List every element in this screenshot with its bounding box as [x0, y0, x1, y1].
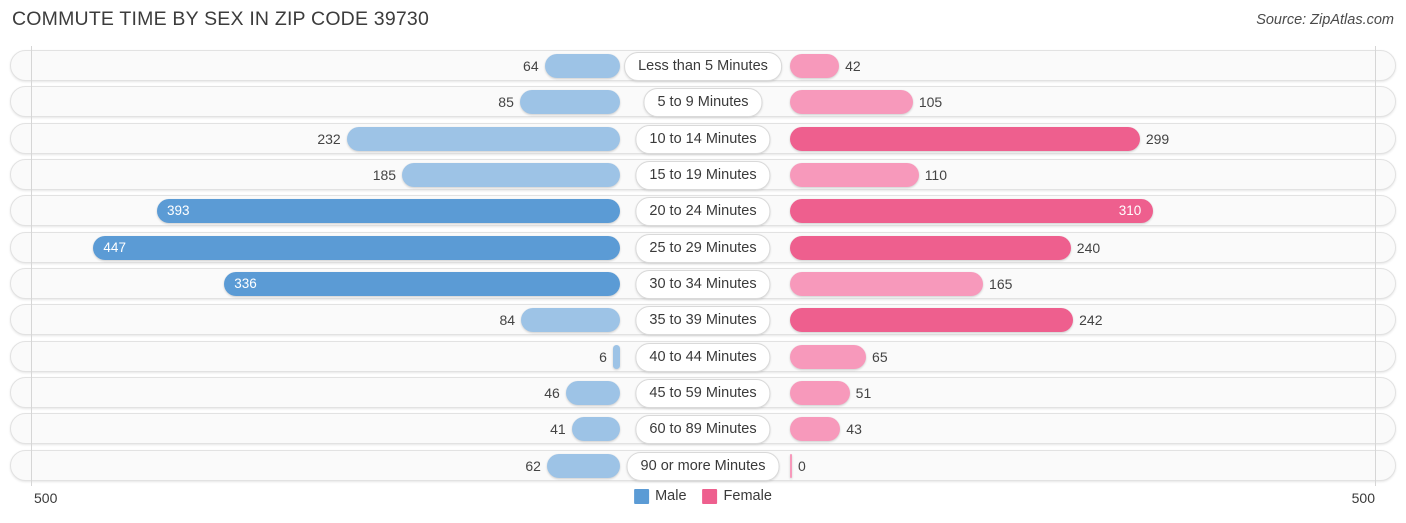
- bar-female: [790, 453, 792, 478]
- bar-male: [519, 90, 620, 115]
- chart-legend: Male Female: [634, 488, 772, 504]
- legend-swatch-icon: [702, 488, 718, 504]
- bar-female: [790, 235, 1071, 260]
- page-title: COMMUTE TIME BY SEX IN ZIP CODE 39730: [12, 8, 430, 30]
- category-label: Less than 5 Minutes: [624, 52, 782, 81]
- category-label: 45 to 59 Minutes: [635, 378, 771, 408]
- chart-row: 44724025 to 29 Minutes: [10, 231, 1396, 263]
- bar-male: [571, 417, 620, 442]
- bar-value-male: 41: [550, 421, 566, 438]
- bar-female: [790, 54, 840, 78]
- legend-swatch-icon: [634, 488, 650, 504]
- chart-row: 6 65 40 to 44 Minutes: [10, 340, 1396, 372]
- category-label: 40 to 44 Minutes: [635, 342, 771, 372]
- category-label: 5 to 9 Minutes: [643, 88, 763, 118]
- bar-value-male: 232: [317, 130, 341, 147]
- bar-female: [790, 126, 1140, 151]
- bar-female: [790, 380, 850, 405]
- bar-male: [224, 271, 620, 296]
- bar-value-female: 299: [1145, 130, 1170, 147]
- bar-value-male: 85: [498, 94, 514, 111]
- bar-value-female: 0: [798, 457, 806, 474]
- bar-male: [157, 199, 620, 224]
- legend-item-male[interactable]: Male: [634, 488, 687, 504]
- bar-value-female: 51: [855, 384, 872, 401]
- bar-value-female: 310: [1118, 203, 1142, 219]
- chart-plot-area: 64 42 Less than 5 Minutes 85 105 5 to 9 Minut…: [0, 46, 1406, 486]
- category-label: 35 to 39 Minutes: [635, 306, 771, 336]
- category-label: 30 to 34 Minutes: [635, 269, 771, 299]
- bar-female: [790, 308, 1074, 333]
- source-attribution: Source: ZipAtlas.com: [1256, 12, 1394, 28]
- bar-value-male: 64: [523, 58, 539, 74]
- bar-value-male: 46: [544, 384, 560, 401]
- category-label: 20 to 24 Minutes: [635, 197, 771, 227]
- bar-male: [402, 162, 620, 187]
- legend-label: Female: [723, 488, 772, 504]
- bar-female: [790, 162, 919, 187]
- chart-row: 62 0 90 or more Minutes: [10, 449, 1396, 481]
- bar-value-female: 110: [924, 166, 948, 183]
- bar-value-male: 6: [599, 348, 607, 365]
- bar-male: [93, 235, 620, 260]
- chart-row: 232 299 10 to 14 Minutes: [10, 122, 1396, 154]
- bar-male: [565, 380, 620, 405]
- bar-female: [790, 417, 841, 442]
- axis-tick-left: 500: [34, 490, 58, 506]
- bar-value-female: 240: [1076, 239, 1101, 256]
- legend-label: Male: [655, 488, 687, 504]
- chart-row: 85 105 5 to 9 Minutes: [10, 86, 1396, 118]
- category-label: 15 to 19 Minutes: [635, 160, 771, 190]
- chart-row: 185 110 15 to 19 Minutes: [10, 158, 1396, 190]
- bar-value-female: 165: [989, 275, 1013, 292]
- chart-header: COMMUTE TIME BY SEX IN ZIP CODE 39730 So…: [0, 0, 1406, 46]
- chart-row: 46 51 45 to 59 Minutes: [10, 376, 1396, 408]
- bar-value-female: 65: [872, 348, 888, 365]
- bar-female: [790, 271, 984, 296]
- bar-value-male: 185: [372, 166, 397, 183]
- chart-row: 39331020 to 24 Minutes: [10, 195, 1396, 227]
- chart-row: 41 43 60 to 89 Minutes: [10, 413, 1396, 445]
- bar-female: [790, 344, 867, 369]
- bar-value-female: 242: [1079, 312, 1103, 329]
- chart-row: 64 42 Less than 5 Minutes: [10, 50, 1396, 81]
- legend-item-female[interactable]: Female: [702, 488, 772, 504]
- axis-tick-right: 500: [1351, 490, 1375, 506]
- chart-footer: 500 500 Male Female: [0, 486, 1406, 523]
- bar-male: [521, 308, 620, 333]
- category-label: 90 or more Minutes: [626, 451, 780, 481]
- chart-row: 84 242 35 to 39 Minutes: [10, 304, 1396, 336]
- bar-female: [790, 199, 1153, 224]
- bar-value-male: 84: [499, 312, 516, 329]
- category-label: 10 to 14 Minutes: [635, 124, 771, 154]
- bar-male: [546, 453, 620, 478]
- bar-value-male: 62: [525, 457, 541, 474]
- bar-male: [612, 344, 620, 369]
- category-label: 60 to 89 Minutes: [635, 415, 771, 445]
- chart-row: 33616530 to 34 Minutes: [10, 267, 1396, 299]
- category-label: 25 to 29 Minutes: [635, 233, 771, 263]
- bar-female: [790, 90, 913, 115]
- bar-value-female: 43: [846, 421, 862, 438]
- bar-value-female: 42: [845, 58, 861, 74]
- bar-value-female: 105: [918, 94, 943, 111]
- bar-male: [346, 126, 620, 151]
- bar-male: [544, 54, 620, 78]
